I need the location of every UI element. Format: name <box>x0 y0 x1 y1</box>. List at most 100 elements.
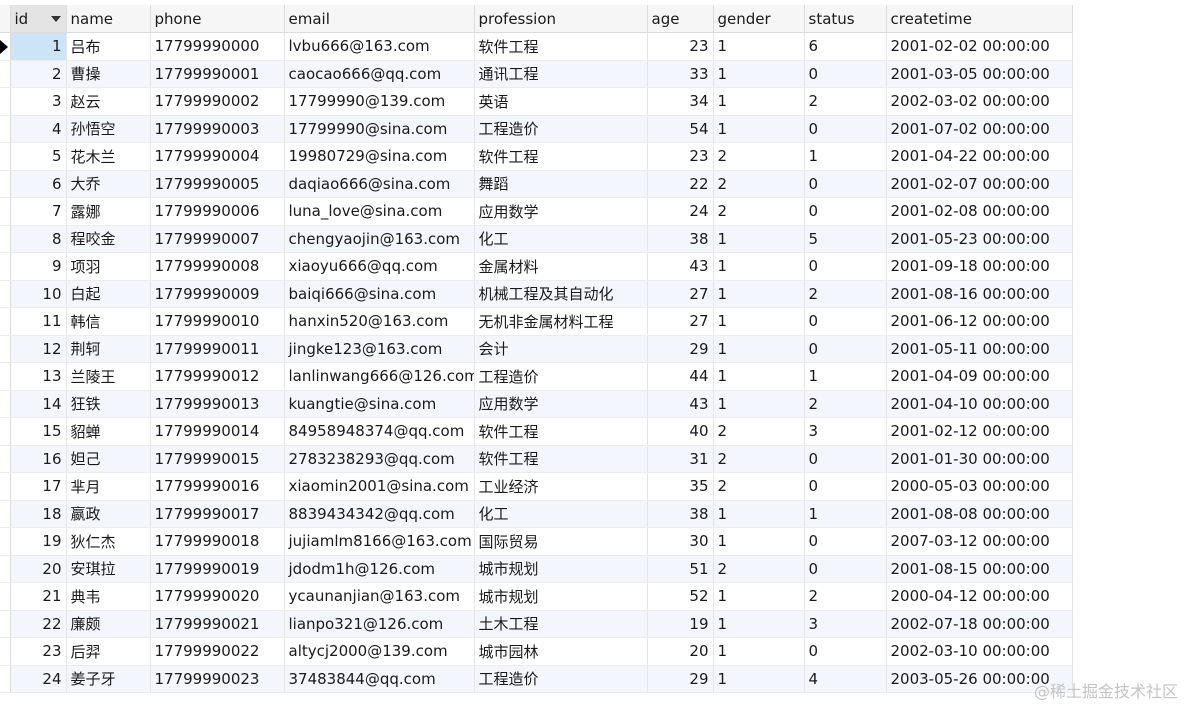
row-indicator[interactable] <box>0 363 10 391</box>
cell-email[interactable]: xiaoyu666@qq.com <box>284 253 474 281</box>
cell-email[interactable]: caocao666@qq.com <box>284 60 474 88</box>
row-indicator[interactable] <box>0 33 10 61</box>
cell-id[interactable]: 5 <box>10 143 66 171</box>
row-indicator[interactable] <box>0 555 10 583</box>
cell-age[interactable]: 31 <box>647 445 713 473</box>
table-row[interactable]: 6大乔17799990005daqiao666@sina.com舞蹈222020… <box>0 170 1072 198</box>
cell-createtime[interactable]: 2002-03-02 00:00:00 <box>886 88 1072 116</box>
cell-profession[interactable]: 工程造价 <box>474 363 647 391</box>
column-header-createtime[interactable]: createtime <box>886 5 1072 33</box>
cell-profession[interactable]: 软件工程 <box>474 33 647 61</box>
cell-age[interactable]: 22 <box>647 170 713 198</box>
cell-status[interactable]: 2 <box>804 280 886 308</box>
cell-age[interactable]: 35 <box>647 473 713 501</box>
table-row[interactable]: 5花木兰1779999000419980729@sina.com软件工程2321… <box>0 143 1072 171</box>
cell-age[interactable]: 43 <box>647 390 713 418</box>
cell-name[interactable]: 芈月 <box>66 473 150 501</box>
cell-email[interactable]: jingke123@163.com <box>284 335 474 363</box>
cell-createtime[interactable]: 2001-08-08 00:00:00 <box>886 500 1072 528</box>
column-header-gender[interactable]: gender <box>713 5 804 33</box>
row-indicator[interactable] <box>0 473 10 501</box>
table-row[interactable]: 11韩信17799990010hanxin520@163.com无机非金属材料工… <box>0 308 1072 336</box>
column-header-age[interactable]: age <box>647 5 713 33</box>
cell-name[interactable]: 荆轲 <box>66 335 150 363</box>
cell-name[interactable]: 白起 <box>66 280 150 308</box>
cell-email[interactable]: jdodm1h@126.com <box>284 555 474 583</box>
cell-phone[interactable]: 17799990015 <box>150 445 284 473</box>
cell-name[interactable]: 狄仁杰 <box>66 528 150 556</box>
table-row[interactable]: 10白起17799990009baiqi666@sina.com机械工程及其自动… <box>0 280 1072 308</box>
cell-age[interactable]: 20 <box>647 638 713 666</box>
cell-createtime[interactable]: 2001-03-05 00:00:00 <box>886 60 1072 88</box>
cell-phone[interactable]: 17799990020 <box>150 583 284 611</box>
cell-createtime[interactable]: 2001-07-02 00:00:00 <box>886 115 1072 143</box>
table-row[interactable]: 20安琪拉17799990019jdodm1h@126.com城市规划51202… <box>0 555 1072 583</box>
row-indicator[interactable] <box>0 638 10 666</box>
table-row[interactable]: 21典韦17799990020ycaunanjian@163.com城市规划52… <box>0 583 1072 611</box>
cell-gender[interactable]: 2 <box>713 143 804 171</box>
cell-name[interactable]: 姜子牙 <box>66 665 150 693</box>
cell-id[interactable]: 3 <box>10 88 66 116</box>
cell-gender[interactable]: 1 <box>713 390 804 418</box>
cell-email[interactable]: xiaomin2001@sina.com <box>284 473 474 501</box>
cell-phone[interactable]: 17799990022 <box>150 638 284 666</box>
cell-profession[interactable]: 舞蹈 <box>474 170 647 198</box>
cell-email[interactable]: 19980729@sina.com <box>284 143 474 171</box>
cell-phone[interactable]: 17799990004 <box>150 143 284 171</box>
cell-phone[interactable]: 17799990018 <box>150 528 284 556</box>
cell-profession[interactable]: 无机非金属材料工程 <box>474 308 647 336</box>
cell-phone[interactable]: 17799990002 <box>150 88 284 116</box>
cell-gender[interactable]: 1 <box>713 638 804 666</box>
cell-createtime[interactable]: 2001-02-08 00:00:00 <box>886 198 1072 226</box>
cell-email[interactable]: ycaunanjian@163.com <box>284 583 474 611</box>
cell-name[interactable]: 妲己 <box>66 445 150 473</box>
cell-createtime[interactable]: 2001-05-23 00:00:00 <box>886 225 1072 253</box>
cell-name[interactable]: 花木兰 <box>66 143 150 171</box>
cell-status[interactable]: 0 <box>804 335 886 363</box>
cell-email[interactable]: kuangtie@sina.com <box>284 390 474 418</box>
cell-status[interactable]: 0 <box>804 198 886 226</box>
table-row[interactable]: 19狄仁杰17799990018jujiamlm8166@163.com国际贸易… <box>0 528 1072 556</box>
cell-createtime[interactable]: 2001-08-16 00:00:00 <box>886 280 1072 308</box>
cell-name[interactable]: 露娜 <box>66 198 150 226</box>
cell-status[interactable]: 4 <box>804 665 886 693</box>
cell-profession[interactable]: 化工 <box>474 500 647 528</box>
cell-status[interactable]: 0 <box>804 170 886 198</box>
cell-email[interactable]: 2783238293@qq.com <box>284 445 474 473</box>
column-header-phone[interactable]: phone <box>150 5 284 33</box>
cell-gender[interactable]: 1 <box>713 253 804 281</box>
cell-id[interactable]: 12 <box>10 335 66 363</box>
cell-name[interactable]: 韩信 <box>66 308 150 336</box>
cell-age[interactable]: 29 <box>647 665 713 693</box>
cell-email[interactable]: 37483844@qq.com <box>284 665 474 693</box>
cell-age[interactable]: 27 <box>647 308 713 336</box>
cell-gender[interactable]: 1 <box>713 583 804 611</box>
cell-age[interactable]: 38 <box>647 225 713 253</box>
cell-phone[interactable]: 17799990017 <box>150 500 284 528</box>
cell-gender[interactable]: 1 <box>713 500 804 528</box>
cell-id[interactable]: 23 <box>10 638 66 666</box>
row-indicator[interactable] <box>0 88 10 116</box>
cell-name[interactable]: 大乔 <box>66 170 150 198</box>
cell-gender[interactable]: 1 <box>713 60 804 88</box>
table-row[interactable]: 12荆轲17799990011jingke123@163.com会计291020… <box>0 335 1072 363</box>
cell-id[interactable]: 2 <box>10 60 66 88</box>
cell-id[interactable]: 1 <box>10 33 66 61</box>
cell-gender[interactable]: 1 <box>713 665 804 693</box>
cell-gender[interactable]: 2 <box>713 198 804 226</box>
row-indicator[interactable] <box>0 253 10 281</box>
cell-gender[interactable]: 2 <box>713 418 804 446</box>
cell-name[interactable]: 孙悟空 <box>66 115 150 143</box>
row-indicator[interactable] <box>0 198 10 226</box>
row-indicator[interactable] <box>0 500 10 528</box>
cell-name[interactable]: 程咬金 <box>66 225 150 253</box>
table-row[interactable]: 4孙悟空1779999000317799990@sina.com工程造价5410… <box>0 115 1072 143</box>
cell-status[interactable]: 5 <box>804 225 886 253</box>
cell-profession[interactable]: 金属材料 <box>474 253 647 281</box>
row-indicator[interactable] <box>0 665 10 693</box>
sort-desc-arrow-icon[interactable] <box>51 16 61 22</box>
cell-status[interactable]: 0 <box>804 115 886 143</box>
row-indicator[interactable] <box>0 170 10 198</box>
cell-status[interactable]: 0 <box>804 308 886 336</box>
cell-phone[interactable]: 17799990019 <box>150 555 284 583</box>
